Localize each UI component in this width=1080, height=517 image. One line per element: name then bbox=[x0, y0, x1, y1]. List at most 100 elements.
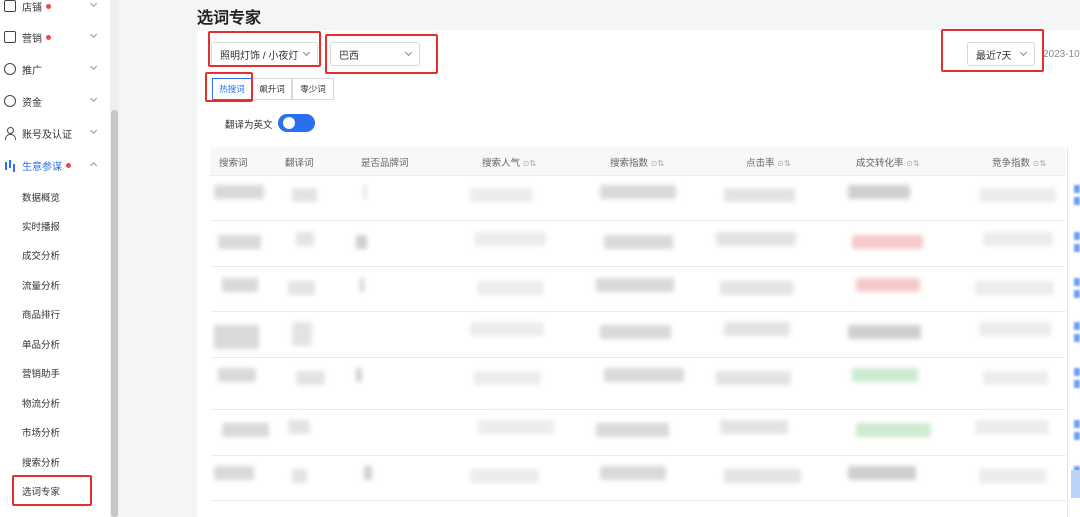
floating-panel-edge[interactable] bbox=[1071, 470, 1080, 498]
sidebar-item-funds[interactable]: 资金 bbox=[0, 85, 110, 117]
money-icon bbox=[4, 95, 16, 107]
column-label: 成交转化率 bbox=[856, 158, 904, 169]
redacted-cell bbox=[724, 322, 790, 336]
row-action-link[interactable] bbox=[1074, 322, 1080, 330]
sidebar-scroll-thumb[interactable] bbox=[111, 110, 118, 517]
sidebar-item-promotion[interactable]: 推广 bbox=[0, 53, 110, 85]
row-action-link[interactable] bbox=[1074, 334, 1080, 342]
tab-rare-keywords[interactable]: 零少词 bbox=[292, 78, 334, 100]
redacted-cell bbox=[214, 185, 264, 199]
redacted-cell bbox=[720, 281, 793, 295]
column-header-conversion[interactable]: 成交转化率 ⊙⇅ bbox=[856, 155, 920, 169]
sidebar-subitem[interactable]: 流量分析 bbox=[22, 278, 60, 292]
redacted-cell bbox=[979, 188, 1056, 202]
redacted-cell bbox=[852, 235, 923, 249]
column-label: 竞争指数 bbox=[992, 158, 1031, 169]
redacted-cell bbox=[848, 466, 916, 480]
column-header-search-index[interactable]: 搜索指数 ⊙⇅ bbox=[610, 155, 664, 169]
redacted-cell bbox=[470, 469, 539, 483]
chevron-down-icon bbox=[89, 126, 98, 135]
redacted-cell bbox=[478, 420, 554, 434]
sidebar-item-account[interactable]: 账号及认证 bbox=[0, 117, 110, 149]
tab-rising-keywords[interactable]: 飙升词 bbox=[252, 78, 292, 100]
sidebar-item-store[interactable]: 店铺 bbox=[0, 0, 110, 22]
sidebar-subitem[interactable]: 商品排行 bbox=[22, 307, 60, 321]
column-header-is-brand: 是否品牌词 bbox=[361, 158, 409, 169]
redacted-cell bbox=[296, 371, 325, 385]
sidebar-subitem[interactable]: 搜索分析 bbox=[22, 455, 60, 469]
main-panel bbox=[197, 30, 1080, 517]
column-header-competition[interactable]: 竞争指数 ⊙⇅ bbox=[992, 155, 1046, 169]
redacted-cell bbox=[292, 188, 317, 202]
redacted-cell bbox=[478, 281, 543, 295]
sidebar-subitem[interactable]: 成交分析 bbox=[22, 248, 60, 262]
globe-icon bbox=[4, 63, 16, 75]
sort-icon: ⊙⇅ bbox=[906, 159, 920, 168]
sidebar-subitem-active[interactable]: 选词专家 bbox=[22, 484, 60, 498]
row-action-link[interactable] bbox=[1074, 232, 1080, 240]
redacted-cell bbox=[596, 278, 674, 292]
sidebar-subitem[interactable]: 实时播报 bbox=[22, 219, 60, 233]
redacted-cell bbox=[848, 185, 910, 199]
redacted-cell bbox=[983, 232, 1053, 246]
period-select[interactable]: 最近7天 bbox=[967, 42, 1035, 66]
redacted-cell bbox=[979, 322, 1051, 336]
marketing-icon bbox=[4, 31, 16, 43]
row-action-link[interactable] bbox=[1074, 420, 1080, 428]
redacted-cell bbox=[856, 278, 920, 292]
sidebar-subitem[interactable]: 数据概览 bbox=[22, 190, 60, 204]
sidebar-subitem[interactable]: 市场分析 bbox=[22, 425, 60, 439]
redacted-cell bbox=[604, 368, 684, 382]
user-icon bbox=[4, 127, 16, 140]
sort-icon: ⊙⇅ bbox=[777, 159, 791, 168]
redacted-cell bbox=[356, 368, 362, 382]
sidebar-subitem[interactable]: 物流分析 bbox=[22, 396, 60, 410]
app-window: 店铺 营销 推广 资金 账号及认证 生意参谋 数据概览 实时播报 成交分析 流量… bbox=[0, 0, 1080, 517]
row-action-link[interactable] bbox=[1074, 290, 1080, 298]
row-divider bbox=[210, 220, 1066, 221]
redacted-cell bbox=[604, 235, 673, 249]
redacted-cell bbox=[596, 423, 669, 437]
row-action-link[interactable] bbox=[1074, 197, 1080, 205]
sidebar-item-business-advisor[interactable]: 生意参谋 bbox=[0, 149, 110, 181]
row-divider bbox=[210, 175, 1066, 176]
redacted-cell bbox=[214, 325, 259, 349]
row-action-link[interactable] bbox=[1074, 368, 1080, 376]
redacted-cell bbox=[292, 469, 307, 483]
column-header-ctr[interactable]: 点击率 ⊙⇅ bbox=[746, 155, 791, 169]
chart-icon bbox=[4, 159, 16, 171]
category-select[interactable]: 照明灯饰 / 小夜灯 bbox=[211, 42, 318, 66]
row-action-link[interactable] bbox=[1074, 185, 1080, 193]
row-divider bbox=[210, 409, 1066, 410]
sidebar-subitem[interactable]: 营销助手 bbox=[22, 366, 60, 380]
redacted-cell bbox=[288, 281, 315, 295]
country-select[interactable]: 巴西 bbox=[330, 42, 420, 66]
row-action-link[interactable] bbox=[1074, 380, 1080, 388]
row-action-link[interactable] bbox=[1074, 278, 1080, 286]
redacted-cell bbox=[222, 278, 258, 292]
column-header-translation: 翻译词 bbox=[285, 158, 314, 169]
redacted-cell bbox=[218, 368, 256, 382]
redacted-cell bbox=[848, 325, 921, 339]
redacted-cell bbox=[724, 469, 801, 483]
row-action-link[interactable] bbox=[1074, 244, 1080, 252]
tab-hot-keywords[interactable]: 热搜词 bbox=[212, 78, 252, 100]
sort-icon: ⊙⇅ bbox=[1032, 159, 1047, 168]
sidebar-item-label: 资金 bbox=[22, 97, 42, 109]
redacted-cell bbox=[856, 423, 931, 437]
redacted-cell bbox=[296, 232, 314, 246]
redacted-cell bbox=[288, 420, 310, 434]
row-action-link[interactable] bbox=[1074, 432, 1080, 440]
sidebar-item-label: 推广 bbox=[22, 65, 42, 77]
sidebar-subitem[interactable]: 单品分析 bbox=[22, 337, 60, 351]
column-header-search-popularity[interactable]: 搜索人气 ⊙⇅ bbox=[482, 155, 536, 169]
sort-icon: ⊙⇅ bbox=[522, 159, 537, 168]
sidebar-item-marketing[interactable]: 营销 bbox=[0, 21, 110, 53]
redacted-cell bbox=[975, 281, 1054, 295]
toggle-knob bbox=[283, 117, 295, 129]
page-title: 选词专家 bbox=[197, 10, 262, 27]
column-header-keyword: 搜索词 bbox=[219, 158, 248, 169]
row-divider bbox=[210, 455, 1066, 456]
column-label: 搜索指数 bbox=[610, 158, 649, 169]
redacted-cell bbox=[716, 371, 791, 385]
